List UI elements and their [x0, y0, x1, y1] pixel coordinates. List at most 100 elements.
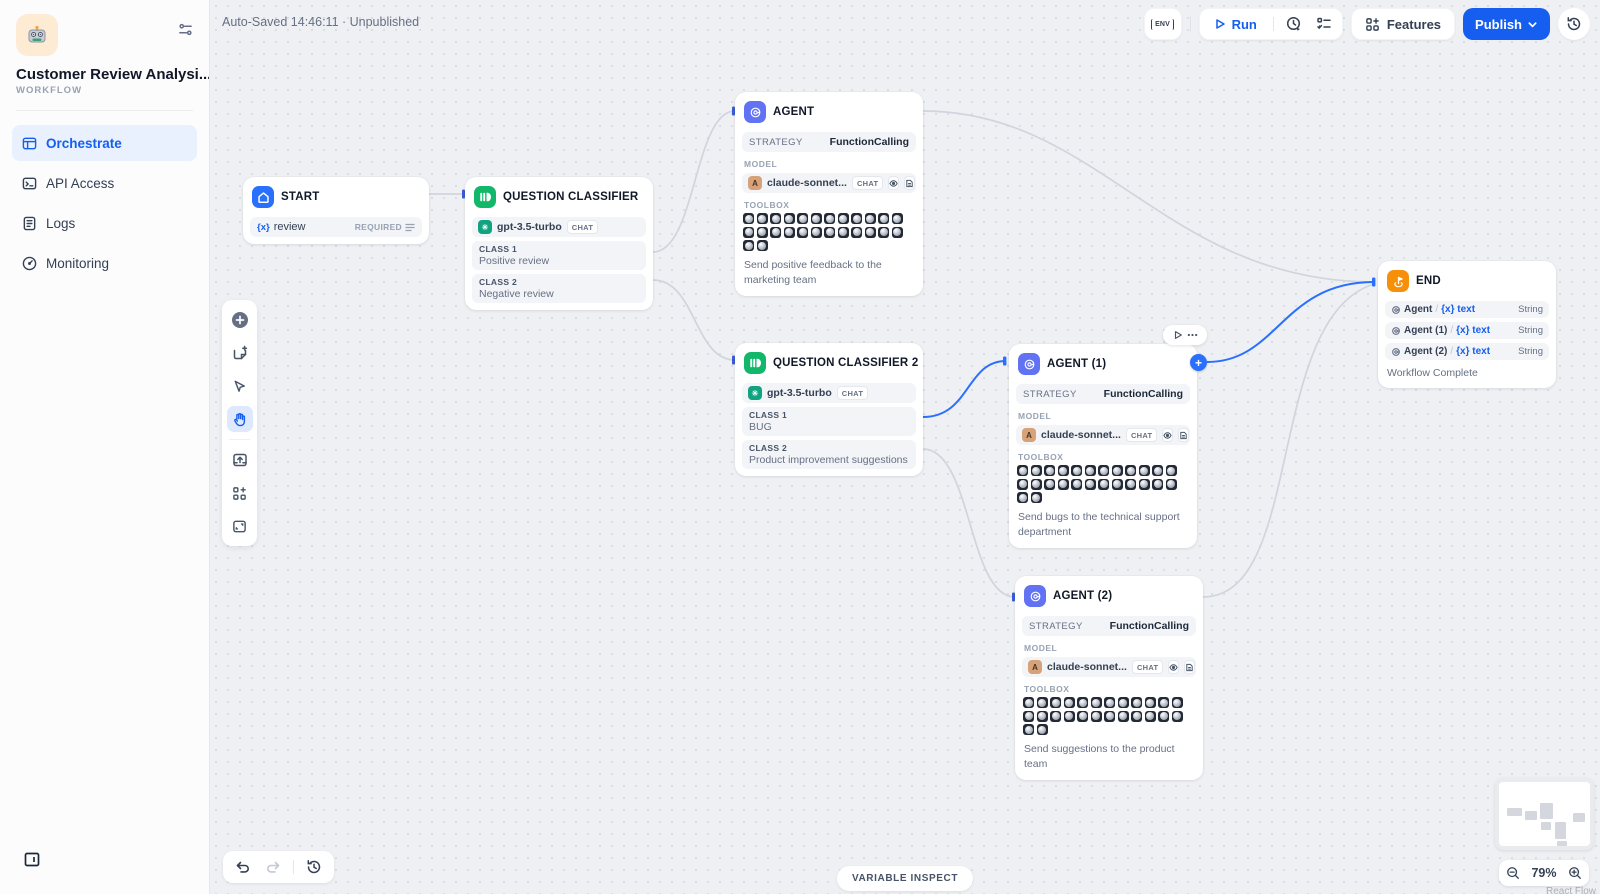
play-icon[interactable] — [1173, 330, 1183, 340]
tool-icon[interactable] — [1050, 697, 1061, 708]
end-output-row[interactable]: Agent / {x} text String — [1385, 301, 1549, 318]
tool-icon[interactable] — [865, 213, 876, 224]
tool-icon[interactable] — [1058, 479, 1069, 490]
tool-icon[interactable] — [878, 227, 889, 238]
tool-icon[interactable] — [1098, 465, 1109, 476]
tool-icon[interactable] — [1017, 465, 1028, 476]
tool-icon[interactable] — [1166, 465, 1177, 476]
tool-icon[interactable] — [1044, 465, 1055, 476]
tool-icon[interactable] — [743, 227, 754, 238]
tool-icon[interactable] — [824, 227, 835, 238]
tool-icon[interactable] — [1139, 479, 1150, 490]
model-row[interactable]: A claude-sonnet... CHAT — [742, 173, 916, 193]
tool-icon[interactable] — [1077, 711, 1088, 722]
model-row[interactable]: A claude-sonnet... CHAT — [1022, 657, 1196, 677]
tool-icon[interactable] — [757, 227, 768, 238]
tool-icon[interactable] — [1145, 697, 1156, 708]
more-icon[interactable] — [1187, 333, 1198, 337]
zoom-level[interactable]: 79% — [1531, 866, 1556, 880]
workflow-settings-icon[interactable] — [178, 22, 193, 42]
tool-icon[interactable] — [784, 227, 795, 238]
tool-icon[interactable] — [1152, 465, 1163, 476]
tool-icon[interactable] — [1017, 479, 1028, 490]
tool-icon[interactable] — [757, 240, 768, 251]
tool-icon[interactable] — [1023, 711, 1034, 722]
tool-icon[interactable] — [838, 213, 849, 224]
tool-icon[interactable] — [1112, 479, 1123, 490]
node-question-classifier-2[interactable]: QUESTION CLASSIFIER 2 ✳ gpt-3.5-turbo CH… — [735, 343, 923, 476]
edge-qc2-agent1-active[interactable] — [923, 361, 1006, 417]
tool-icon[interactable] — [1037, 697, 1048, 708]
edge-qc1-qc2[interactable] — [653, 280, 735, 360]
tool-icon[interactable] — [1112, 465, 1123, 476]
redo-button[interactable] — [259, 854, 287, 880]
tool-icon[interactable] — [770, 213, 781, 224]
tool-icon[interactable] — [1139, 465, 1150, 476]
tool-icon[interactable] — [1058, 465, 1069, 476]
tool-icon[interactable] — [892, 227, 903, 238]
collapse-sidebar-icon[interactable] — [24, 852, 40, 872]
zoom-out-icon[interactable] — [1506, 866, 1520, 880]
sidebar-item-monitoring[interactable]: Monitoring — [12, 245, 197, 281]
version-history-button[interactable] — [1558, 8, 1590, 40]
add-note-button[interactable] — [227, 340, 253, 366]
end-output-row[interactable]: Agent (1) / {x} text String — [1385, 322, 1549, 339]
checklist-button[interactable] — [1310, 11, 1338, 37]
tool-icon[interactable] — [770, 227, 781, 238]
tool-icon[interactable] — [743, 213, 754, 224]
import-dsl-button[interactable] — [227, 447, 253, 473]
tool-icon[interactable] — [1158, 711, 1169, 722]
tool-icon[interactable] — [1077, 697, 1088, 708]
undo-button[interactable] — [229, 854, 257, 880]
tool-icon[interactable] — [838, 227, 849, 238]
tool-icon[interactable] — [1125, 479, 1136, 490]
tool-icon[interactable] — [1131, 697, 1142, 708]
features-button[interactable]: Features — [1351, 8, 1455, 40]
tool-icon[interactable] — [1172, 697, 1183, 708]
tool-icon[interactable] — [1050, 711, 1061, 722]
tool-icon[interactable] — [1023, 697, 1034, 708]
tool-icon[interactable] — [1104, 697, 1115, 708]
class-row[interactable]: CLASS 1 Positive review — [472, 241, 646, 270]
tool-icon[interactable] — [1085, 465, 1096, 476]
tool-icon[interactable] — [797, 213, 808, 224]
start-variable-row[interactable]: {x} review REQUIRED — [250, 217, 422, 237]
tool-icon[interactable] — [1118, 697, 1129, 708]
edge-agent2-end[interactable] — [1203, 284, 1374, 597]
end-output-row[interactable]: Agent (2) / {x} text String — [1385, 343, 1549, 360]
tool-icon[interactable] — [1023, 724, 1034, 735]
edge-agent1-end-active[interactable] — [1207, 282, 1374, 362]
tool-icon[interactable] — [851, 213, 862, 224]
hand-tool-button[interactable] — [227, 406, 253, 432]
tool-icon[interactable] — [878, 213, 889, 224]
tool-icon[interactable] — [851, 227, 862, 238]
add-node-button[interactable] — [227, 307, 253, 333]
tool-icon[interactable] — [784, 213, 795, 224]
pointer-tool-button[interactable] — [227, 373, 253, 399]
sidebar-item-orchestrate[interactable]: Orchestrate — [12, 125, 197, 161]
tool-icon[interactable] — [1085, 479, 1096, 490]
publish-button[interactable]: Publish — [1463, 8, 1550, 40]
tool-icon[interactable] — [892, 213, 903, 224]
variable-inspect-button[interactable]: VARIABLE INSPECT — [837, 866, 973, 891]
tool-icon[interactable] — [743, 240, 754, 251]
run-history-button[interactable] — [1280, 11, 1308, 37]
edge-agent-end[interactable] — [923, 111, 1374, 282]
tool-icon[interactable] — [824, 213, 835, 224]
tool-icon[interactable] — [1118, 711, 1129, 722]
tool-icon[interactable] — [1172, 711, 1183, 722]
node-agent-1[interactable]: AGENT (1) STRATEGY FunctionCalling MODEL… — [1009, 344, 1197, 548]
node-end[interactable]: END Agent / {x} text String Agent (1) / … — [1378, 261, 1556, 388]
model-row[interactable]: ✳ gpt-3.5-turbo CHAT — [472, 217, 646, 237]
tool-icon[interactable] — [865, 227, 876, 238]
tool-icon[interactable] — [1037, 711, 1048, 722]
change-history-button[interactable] — [300, 854, 328, 880]
sidebar-item-api-access[interactable]: API Access — [12, 165, 197, 201]
tool-icon[interactable] — [1125, 465, 1136, 476]
tool-icon[interactable] — [1071, 479, 1082, 490]
env-button[interactable]: ENV — [1144, 8, 1182, 40]
class-row[interactable]: CLASS 2 Negative review — [472, 274, 646, 303]
model-row[interactable]: A claude-sonnet... CHAT — [1016, 425, 1190, 445]
tool-icon[interactable] — [1031, 465, 1042, 476]
tool-icon[interactable] — [1031, 492, 1042, 503]
